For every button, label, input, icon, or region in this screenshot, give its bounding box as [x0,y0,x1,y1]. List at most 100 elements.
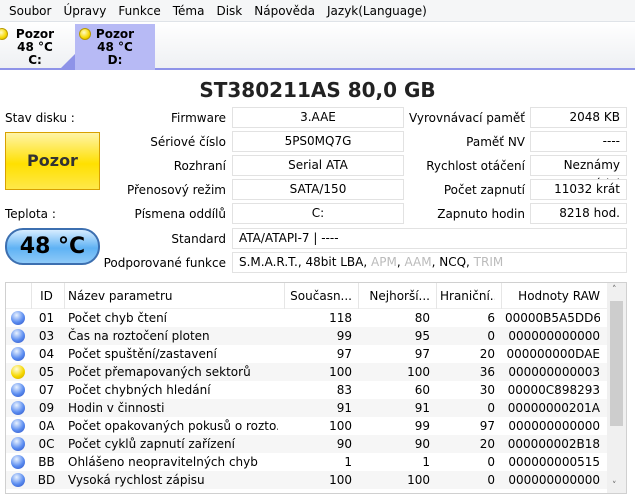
column-divider[interactable] [31,283,32,309]
cell-name: Počet chybných hledání [68,383,211,397]
cell-thr: 6 [487,311,495,325]
status-yellow-icon [11,365,25,379]
table-row[interactable]: 0C Počet cyklů zapnutí zařízení 90 90 20 0000… [6,435,609,453]
cell-id: 0C [38,437,55,451]
cell-id: 07 [38,383,55,397]
cell-raw: 000000000003 [508,365,600,379]
column-header-cur[interactable]: Současn... [288,283,352,309]
status-blue-icon [11,473,25,487]
temperature-badge[interactable]: 48 °C [5,228,100,265]
column-header-id[interactable]: ID [35,283,58,309]
table-row[interactable]: BB Ohlášeno neopravitelných chyb 1 1 0 000000… [6,453,609,471]
cell-thr: 0 [487,455,495,469]
scroll-down-icon[interactable]: ˅ [612,481,617,491]
menu-item-5[interactable]: Nápověda [248,4,321,18]
health-status-button[interactable]: Pozor [5,132,100,190]
table-row[interactable]: 03 Čas na roztočení ploten 99 95 0 0000000000… [6,327,609,345]
cell-thr: 0 [487,329,495,343]
cell-name: Čas na roztočení ploten [68,329,210,343]
status-label: Stav disku : [5,111,75,125]
cell-raw: 000000002B18 [507,437,600,451]
column-divider[interactable] [501,283,502,309]
info-value: 8218 hod. [530,203,627,224]
table-row[interactable]: BD Vysoká rychlost zápisu 100 100 0 000000000… [6,471,609,489]
info-value: C: [232,203,404,224]
cell-cur: 1 [344,455,352,469]
cell-raw: 000000000000 [508,329,600,343]
column-divider[interactable] [284,283,285,309]
cell-raw: 000000000DAE [506,347,600,361]
info-label: Zapnuto hodin [437,207,525,221]
cell-thr: 20 [479,437,495,451]
cell-thr: 97 [479,419,495,433]
cell-cur: 91 [336,401,352,415]
cell-worst: 60 [414,383,430,397]
disk-tab-drive: C: [28,53,42,67]
table-header: ID Název parametru Současn... Nejhorší... Hr… [6,283,609,309]
temperature-label: Teplota : [5,207,56,221]
table-row[interactable]: 09 Hodin v činnosti 91 91 0 00000000201A [6,399,609,417]
column-header-name[interactable]: Název parametru [68,283,278,309]
cell-name: Hodin v činnosti [68,401,165,415]
info-label: Přenosový režim [126,183,226,197]
info-label: Rychlost otáčení [426,159,525,173]
cell-cur: 100 [329,419,352,433]
cell-thr: 30 [479,383,495,397]
cell-raw: 00000C898293 [507,383,600,397]
menu-item-0[interactable]: Soubor [3,4,57,18]
info-value: Neznámy údaj [530,155,627,191]
cell-id: BD [37,473,56,487]
info-value: ---- [530,131,627,152]
cell-id: 09 [38,401,55,415]
menu-item-1[interactable]: Úpravy [57,4,112,18]
column-divider[interactable] [358,283,359,309]
table-row[interactable]: 0A Počet opakovaných pokusů o rozto... 100… [6,417,609,435]
scroll-up-icon[interactable]: ˄ [612,285,617,295]
info-value: SATA/150 [232,179,404,200]
status-blue-icon [11,329,25,343]
cell-id: 01 [38,311,55,325]
cell-thr: 0 [487,473,495,487]
column-header-worst[interactable]: Nejhorší... [362,283,430,309]
table-row[interactable]: 07 Počet chybných hledání 83 60 30 00000C8982… [6,381,609,399]
cell-raw: 000000000000 [508,473,600,487]
menu-item-4[interactable]: Disk [210,4,248,18]
table-row[interactable]: 05 Počet přemapovaných sektorů 100 100 36 000… [6,363,609,381]
cell-cur: 99 [336,329,352,343]
column-divider[interactable] [64,283,65,309]
info-value: 2048 KB [530,107,627,128]
info-label: Písmena oddílů [134,207,226,221]
menu-item-3[interactable]: Téma [167,4,211,18]
status-blue-icon [11,437,25,451]
smart-table: ID Název parametru Současn... Nejhorší... Hr… [5,282,627,494]
cell-worst: 90 [414,437,430,451]
cell-id: 03 [38,329,55,343]
column-divider[interactable] [436,283,437,309]
tab-corner [60,54,75,69]
cell-worst: 95 [414,329,430,343]
feature-apm: APM [371,255,397,269]
cell-name: Počet chyb čtení [68,311,168,325]
scroll-thumb[interactable] [610,301,623,426]
feature-48bitlba: 48bit LBA [305,255,364,269]
menu-item-6[interactable]: Jazyk(Language) [321,4,433,18]
status-blue-icon [11,311,25,325]
disk-tab-d[interactable]: Pozor 48 °C D: [75,24,155,70]
disk-title: ST380211AS 80,0 GB [199,78,436,102]
table-row[interactable]: 04 Počet spuštění/zastavení 97 97 20 00000000… [6,345,609,363]
cell-raw: 00000B5A5DD6 [505,311,600,325]
standard-value: ATA/ATAPI-7 | ---- [232,228,627,249]
cell-id: 04 [38,347,55,361]
menu-item-2[interactable]: Funkce [112,4,166,18]
info-label: Rozhraní [173,159,226,173]
table-row[interactable]: 01 Počet chyb čtení 118 80 6 00000B5A5DD6 [6,309,609,327]
cell-worst: 91 [414,401,430,415]
cell-id: 05 [38,365,55,379]
vertical-scrollbar[interactable]: ˄ ˅ [607,283,626,493]
disk-tab-c[interactable]: Pozor 48 °C C: [0,24,60,70]
column-header-raw[interactable]: Hodnoty RAW [505,283,600,309]
cell-worst: 80 [414,311,430,325]
column-header-thr[interactable]: Hraniční... [440,283,495,309]
cell-id: 0A [38,419,55,433]
cell-name: Ohlášeno neopravitelných chyb [68,455,258,469]
